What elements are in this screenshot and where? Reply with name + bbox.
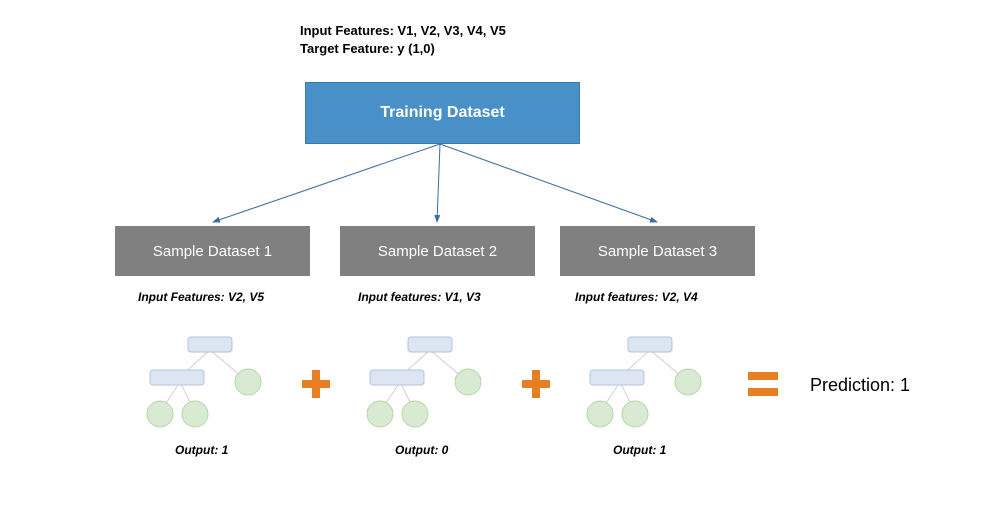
header-text: Input Features: V1, V2, V3, V4, V5 Targe… xyxy=(300,22,506,57)
header-line1: Input Features: V1, V2, V3, V4, V5 xyxy=(300,22,506,40)
training-dataset-label: Training Dataset xyxy=(380,104,504,122)
sample-3-features: Input features: V2, V4 xyxy=(575,290,698,304)
tree-2-output: Output: 0 xyxy=(395,443,448,457)
sample-dataset-3-box: Sample Dataset 3 xyxy=(560,226,755,276)
training-dataset-box: Training Dataset xyxy=(305,82,580,144)
decision-tree-3 xyxy=(580,332,720,432)
equals-icon xyxy=(748,372,778,396)
decision-tree-2 xyxy=(360,332,500,432)
decision-tree-1 xyxy=(140,332,280,432)
tree-3-output: Output: 1 xyxy=(613,443,666,457)
header-line2: Target Feature: y (1,0) xyxy=(300,40,506,58)
sample-2-label: Sample Dataset 2 xyxy=(378,243,497,260)
tree-1-output: Output: 1 xyxy=(175,443,228,457)
sample-2-features: Input features: V1, V3 xyxy=(358,290,481,304)
prediction-label: Prediction: 1 xyxy=(810,375,910,396)
sample-1-features: Input Features: V2, V5 xyxy=(138,290,264,304)
sample-3-label: Sample Dataset 3 xyxy=(598,243,717,260)
plus-icon xyxy=(302,370,330,398)
sample-dataset-2-box: Sample Dataset 2 xyxy=(340,226,535,276)
sample-dataset-1-box: Sample Dataset 1 xyxy=(115,226,310,276)
plus-icon xyxy=(522,370,550,398)
sample-1-label: Sample Dataset 1 xyxy=(153,243,272,260)
